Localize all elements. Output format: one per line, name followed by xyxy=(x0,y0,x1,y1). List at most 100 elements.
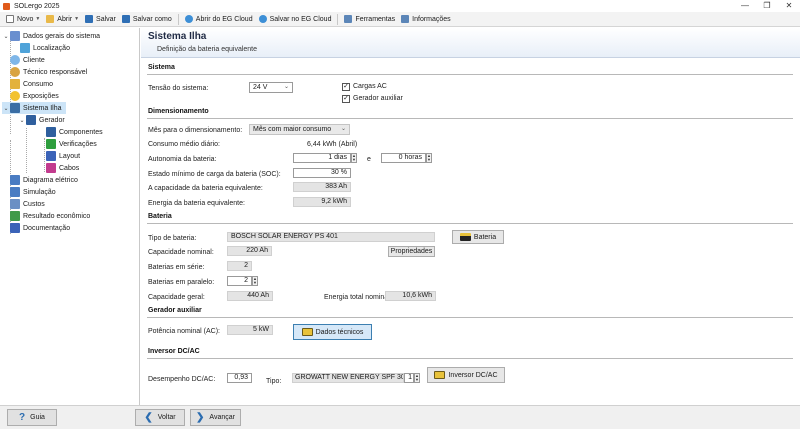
tree-item-label: Localização xyxy=(33,44,70,52)
chevron-down-icon[interactable]: ⌄ xyxy=(2,33,10,40)
chevron-down-icon[interactable]: ⌄ xyxy=(2,105,10,112)
tree-item-general[interactable]: ⌄ Dados gerais do sistema xyxy=(2,30,100,42)
voltage-select[interactable]: 24 V ⌄ xyxy=(249,82,293,93)
minimize-icon[interactable]: — xyxy=(734,0,756,12)
back-button[interactable]: ❮ Voltar xyxy=(135,409,185,426)
daily-consumption-value: 6,44 kWh (Abril) xyxy=(307,141,358,148)
ac-loads-label: Cargas AC xyxy=(353,83,387,90)
tree-item-label: Documentação xyxy=(23,224,71,232)
month-value: Mês com maior consumo xyxy=(253,126,332,133)
inverter-perf-input[interactable]: 0,93 xyxy=(227,373,252,383)
save-as-button[interactable]: Salvar como xyxy=(119,13,175,26)
ac-loads-checkbox[interactable]: ✓ xyxy=(342,83,350,91)
solar-panel-icon xyxy=(26,115,36,125)
inverter-button[interactable]: Inversor DC/AC xyxy=(427,367,505,383)
inverter-qty-input[interactable]: 1 xyxy=(404,373,414,383)
tree-connector xyxy=(26,128,27,173)
soc-label: Estado mínimo de carga da bateria (SOC): xyxy=(148,171,281,178)
diagram-icon xyxy=(10,175,20,185)
chevron-down-icon[interactable]: ▼ xyxy=(74,16,79,22)
parallel-stepper[interactable]: ▲ ▼ xyxy=(252,276,258,286)
location-icon xyxy=(20,43,30,53)
autonomy-days-input[interactable]: 1 dias xyxy=(293,153,351,163)
close-icon[interactable]: ✕ xyxy=(778,0,800,12)
inverter-button-label: Inversor DC/AC xyxy=(448,371,498,379)
section-divider xyxy=(147,317,793,318)
tree-item-documentation[interactable]: Documentação xyxy=(10,222,70,234)
save-cloud-button[interactable]: Salvar no EG Cloud xyxy=(256,13,335,26)
voltage-label: Tensão do sistema: xyxy=(148,85,209,92)
save-as-icon xyxy=(121,15,130,23)
daily-consumption-label: Consumo médio diário: xyxy=(148,141,220,148)
voltage-value: 24 V xyxy=(253,84,268,91)
equiv-capacity-value: 383 Ah xyxy=(293,182,351,192)
tree-item-diagram[interactable]: Diagrama elétrico xyxy=(10,174,78,186)
inverter-qty-stepper[interactable]: ▲ ▼ xyxy=(414,373,420,383)
battery-button[interactable]: Bateria xyxy=(452,230,504,244)
month-select[interactable]: Mês com maior consumo ⌄ xyxy=(249,124,350,135)
tree-item-simulation[interactable]: Simulação xyxy=(10,186,56,198)
open-cloud-button[interactable]: Abrir do EG Cloud xyxy=(182,13,256,26)
month-label: Mês para o dimensionamento: xyxy=(148,127,243,134)
maximize-icon[interactable]: ❐ xyxy=(756,0,778,12)
save-as-label: Salvar como xyxy=(132,15,172,23)
chevron-down-icon: ⌄ xyxy=(340,126,346,132)
tree-item-costs[interactable]: Custos xyxy=(10,198,45,210)
section-battery: Bateria xyxy=(148,213,172,220)
tree-item-exposures[interactable]: Exposições xyxy=(10,90,59,102)
tree-item-label: Resultado econômico xyxy=(23,212,91,220)
autonomy-hours-stepper[interactable]: ▲ ▼ xyxy=(426,153,432,163)
folder-icon xyxy=(46,15,55,23)
forward-button[interactable]: ❯ Avançar xyxy=(190,409,241,426)
save-icon xyxy=(85,15,94,23)
cloud-upload-icon xyxy=(258,15,267,23)
tree-item-technician[interactable]: Técnico responsável xyxy=(10,66,87,78)
open-button[interactable]: Abrir ▼ xyxy=(43,13,82,26)
system-data-icon xyxy=(10,31,20,41)
equiv-capacity-label: A capacidade da bateria equivalente: xyxy=(148,185,263,192)
page-title: Sistema Ilha xyxy=(148,31,207,42)
aux-power-value: 5 kW xyxy=(227,325,273,335)
info-button[interactable]: Informações xyxy=(398,13,454,26)
new-label: Novo xyxy=(17,15,34,23)
tree-item-checks[interactable]: Verificações xyxy=(46,138,97,150)
chevron-down-icon[interactable]: ▼ xyxy=(35,16,40,22)
section-inverter: Inversor DC/AC xyxy=(148,348,200,355)
documentation-icon xyxy=(10,223,20,233)
tree-item-location[interactable]: Localização xyxy=(20,42,70,54)
section-system: Sistema xyxy=(148,64,175,71)
parallel-label: Baterias em paralelo: xyxy=(148,279,215,286)
tree-item-layout[interactable]: Layout xyxy=(46,150,80,162)
simulation-icon xyxy=(10,187,20,197)
soc-input[interactable]: 30 % xyxy=(293,168,351,178)
properties-button[interactable]: Propriedades xyxy=(388,246,435,257)
tools-button[interactable]: Ferramentas xyxy=(341,13,398,26)
guide-label: Guia xyxy=(30,414,45,421)
tree-item-consumption[interactable]: Consumo xyxy=(10,78,53,90)
open-label: Abrir xyxy=(57,15,73,23)
tree-item-client[interactable]: Cliente xyxy=(10,54,45,66)
inverter-type-label: Tipo: xyxy=(266,378,282,385)
island-system-icon xyxy=(10,103,20,113)
parallel-input[interactable]: 2 xyxy=(227,276,252,286)
tree-item-generator[interactable]: ⌄ Gerador xyxy=(18,114,65,126)
save-cloud-label: Salvar no EG Cloud xyxy=(269,15,332,23)
guide-button[interactable]: ? Guia xyxy=(7,409,57,426)
tree-item-economic[interactable]: Resultado econômico xyxy=(10,210,90,222)
window-title: SOLergo 2025 xyxy=(14,2,60,10)
total-capacity-label: Capacidade geral: xyxy=(148,294,205,301)
info-label: Informações xyxy=(412,15,451,23)
aux-generator-checkbox[interactable]: ✓ xyxy=(342,95,350,103)
tree-item-island-system[interactable]: ⌄ Sistema Ilha xyxy=(2,102,66,114)
info-icon xyxy=(401,15,410,23)
new-button[interactable]: Novo ▼ xyxy=(3,13,43,26)
autonomy-days-stepper[interactable]: ▲ ▼ xyxy=(351,153,357,163)
autonomy-hours-input[interactable]: 0 horas xyxy=(381,153,426,163)
technical-data-button[interactable]: Dados técnicos xyxy=(293,324,372,340)
tree-item-cables[interactable]: Cabos xyxy=(46,162,79,174)
series-value: 2 xyxy=(227,261,252,271)
chevron-down-icon[interactable]: ⌄ xyxy=(18,117,26,124)
tree-item-components[interactable]: Componentes xyxy=(46,126,103,138)
battery-button-label: Bateria xyxy=(473,233,497,241)
save-button[interactable]: Salvar xyxy=(82,13,119,26)
